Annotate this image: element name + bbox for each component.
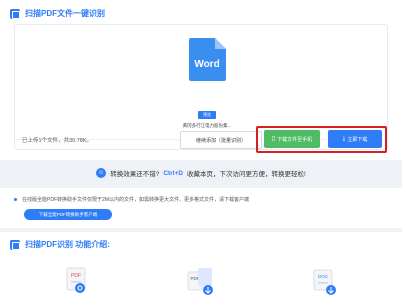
download-now-button[interactable]: ⤓ 立即下载: [328, 130, 382, 148]
upload-stats: 已上传1个文件，共30.78K。: [22, 138, 92, 144]
tip-suffix: 收藏本页，下次访问更方便，转换更轻松!: [187, 171, 306, 178]
continue-add-button[interactable]: 继续添加（批量识别）: [180, 131, 262, 149]
page-title: 扫描PDF文件一键识别: [25, 9, 105, 18]
doc-download-illustration-icon: DOC: [313, 269, 336, 295]
upload-card: 扫描PDF文件一键识别 Word 预览 黄冈多行江电力股份集... 已上传1个文…: [0, 0, 402, 160]
notice-text: 在线版全能PDF转换助手文件仅限于2M以内的文件，如需转换更大文件、更多格式文件…: [22, 197, 249, 203]
preview-badge[interactable]: 预览: [198, 111, 216, 119]
tip-prefix: 转换效果还不错?: [110, 171, 160, 178]
word-file-icon[interactable]: Word: [187, 37, 227, 81]
download-now-label: 立即下载: [347, 136, 368, 143]
action-row: 已上传1个文件，共30.78K。 继续添加（批量识别） ▯ 下载文件至手机 ⤓ …: [14, 126, 388, 154]
scan-icon: [10, 8, 20, 19]
notice-card: 在线版全能PDF转换助手文件仅限于2M以内的文件，如需转换更大文件、更多格式文件…: [0, 188, 402, 228]
download-client-button[interactable]: 下载全能PDF转换助手客户端: [24, 209, 112, 220]
features-card: 扫描PDF识别 功能介绍: PDF PDF DOC: [0, 232, 402, 302]
feature-label-1: PDF: [71, 273, 81, 279]
pdf-scan-illustration-icon: PDF: [66, 267, 86, 293]
smile-icon: ☺: [96, 168, 107, 178]
svg-text:Word: Word: [194, 59, 219, 70]
download-to-phone-label: 下载文件至手机: [277, 136, 313, 143]
download-icon: ⤓: [342, 136, 346, 142]
features-icon: [10, 239, 20, 250]
tip-shortcut: Ctrl+D: [163, 169, 183, 177]
phone-icon: ▯: [271, 136, 276, 142]
download-to-phone-button[interactable]: ▯ 下载文件至手机: [264, 130, 320, 148]
bullet-dot: [14, 198, 17, 201]
features-header: 扫描PDF识别 功能介绍:: [10, 239, 110, 250]
tip-row: ☺ 转换效果还不错? Ctrl+D 收藏本页，下次访问更方便，转换更轻松!: [0, 160, 402, 186]
pdf-convert-illustration-icon: PDF: [187, 268, 213, 295]
card-header: 扫描PDF文件一键识别: [10, 8, 105, 19]
feature-label-3: DOC: [318, 274, 329, 279]
features-title: 扫描PDF识别 功能介绍:: [25, 240, 110, 249]
